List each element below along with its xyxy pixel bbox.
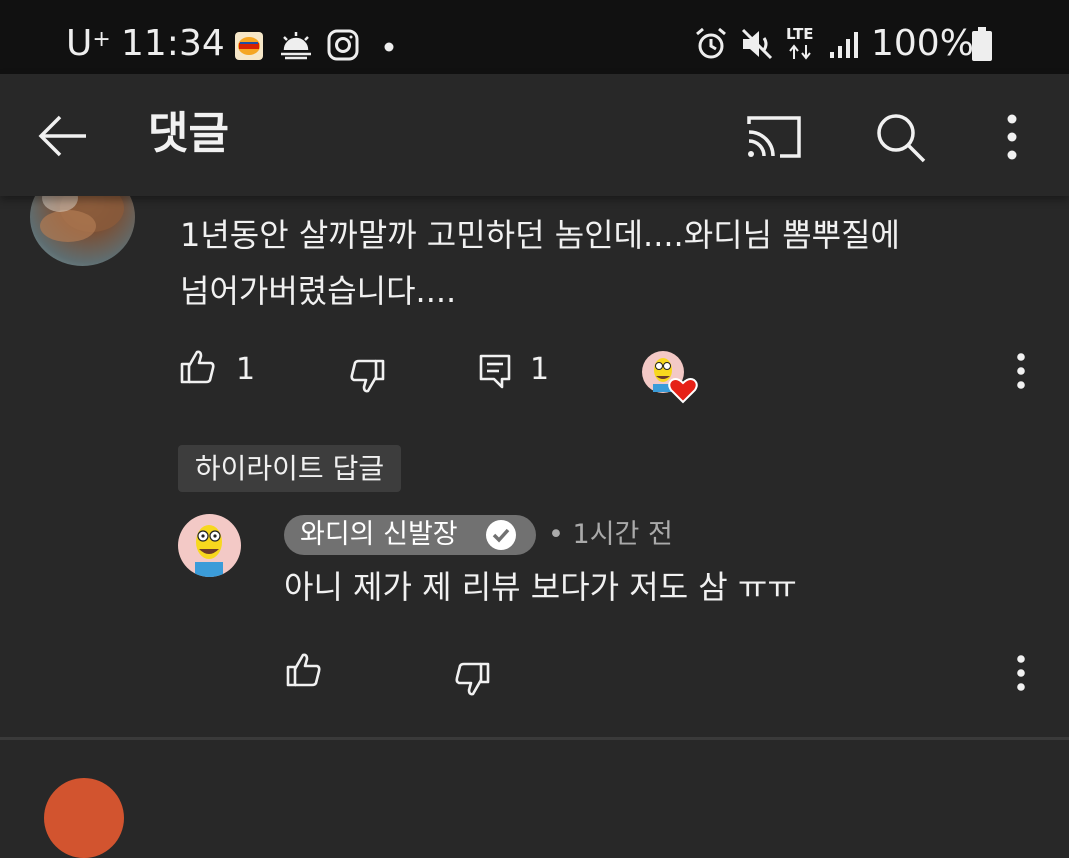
signal-icon xyxy=(828,30,860,64)
comment-text-line1: 1년동안 살까말까 고민하던 놈인데....와디님 뽐뿌질에 xyxy=(180,216,900,254)
next-commenter-avatar[interactable] xyxy=(44,778,124,858)
status-bar: U+ 11:34 LTE 100% xyxy=(0,0,1069,74)
reply-count: 1 xyxy=(530,352,550,387)
comment-divider xyxy=(0,737,1069,740)
weather-sunrise-icon xyxy=(279,30,313,64)
reply-meta: • 1시간 전 xyxy=(548,515,673,555)
clock: 11:34 xyxy=(121,23,225,64)
search-icon[interactable] xyxy=(875,112,927,168)
app-header: 댓글 xyxy=(0,74,1069,196)
reply-time: 1시간 전 xyxy=(572,519,673,550)
reply-like-icon[interactable] xyxy=(286,652,322,692)
like-icon[interactable] xyxy=(180,349,216,389)
alarm-icon xyxy=(694,27,728,65)
page-title: 댓글 xyxy=(148,108,229,159)
dislike-icon[interactable] xyxy=(349,358,385,398)
reply-author-avatar[interactable] xyxy=(178,514,241,577)
burger-king-icon xyxy=(234,31,264,65)
battery-icon xyxy=(970,26,994,66)
mute-icon xyxy=(740,27,774,65)
comment-more-icon[interactable] xyxy=(1013,352,1029,394)
creator-heart-icon xyxy=(641,350,701,408)
back-arrow-icon[interactable] xyxy=(38,114,88,162)
reply-icon[interactable] xyxy=(478,353,512,393)
author-chip[interactable]: 와디의 신발장 xyxy=(284,515,536,555)
carrier-label: U+ xyxy=(66,23,111,64)
cast-icon[interactable] xyxy=(746,114,802,164)
verified-check-icon xyxy=(485,519,517,555)
reply-more-icon[interactable] xyxy=(1013,654,1029,696)
comment-text-line2: 넘어가버렸습니다.... xyxy=(180,272,457,310)
more-vert-icon[interactable] xyxy=(1002,114,1022,164)
instagram-icon xyxy=(326,28,360,66)
reply-dislike-icon[interactable] xyxy=(454,661,490,701)
comment-text: 1년동안 살까말까 고민하던 놈인데....와디님 뽐뿌질에 넘어가버렸습니다.… xyxy=(180,207,1000,319)
reply-author-name: 와디의 신발장 xyxy=(300,519,458,550)
reply-text: 아니 제가 제 리뷰 보다가 저도 삼 ㅠㅠ xyxy=(284,568,797,606)
highlight-reply-badge: 하이라이트 답글 xyxy=(178,445,401,492)
like-count: 1 xyxy=(236,352,256,387)
battery-percent: 100% xyxy=(871,23,974,64)
meta-separator: • xyxy=(548,519,564,550)
dot-icon xyxy=(383,38,395,57)
